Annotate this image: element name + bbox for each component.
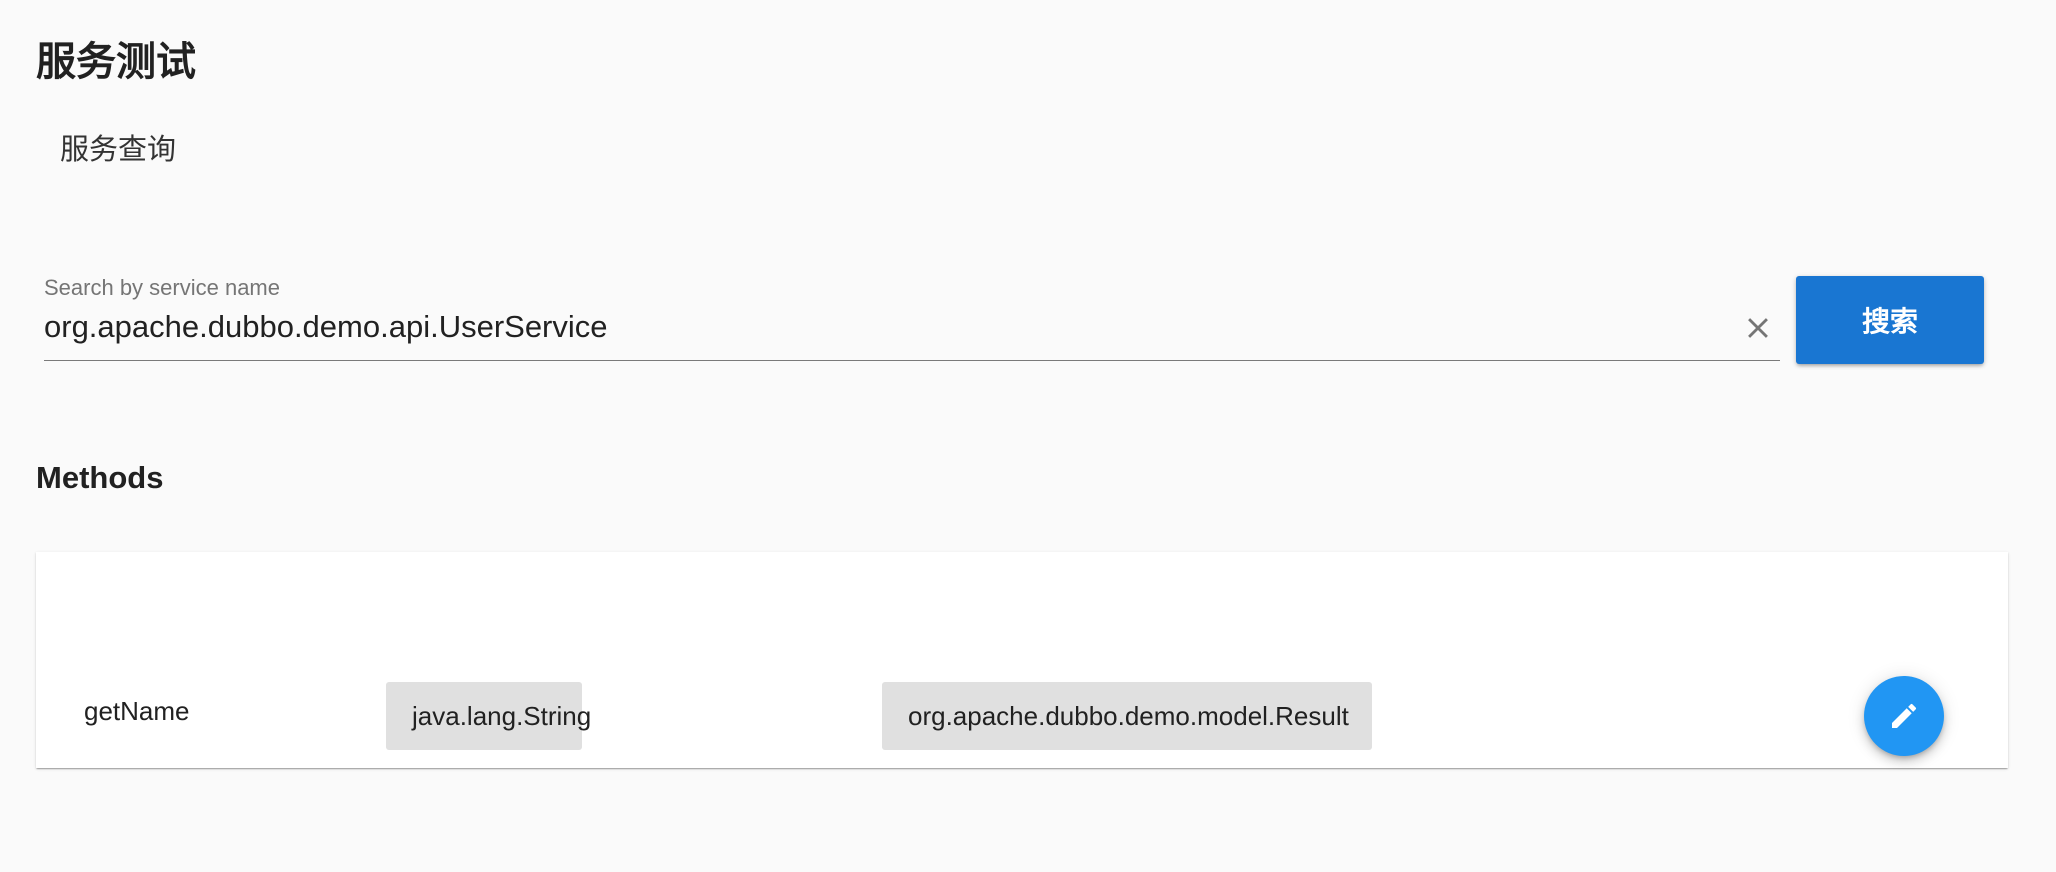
edit-method-button[interactable] [1864, 676, 1944, 756]
pencil-icon [1888, 700, 1920, 732]
search-label: Search by service name [44, 275, 280, 300]
method-name: getName [84, 696, 190, 726]
parameter-type-chip: java.lang.String [386, 682, 591, 750]
service-search-field[interactable]: Search by service name [44, 270, 1780, 361]
methods-title: Methods [36, 460, 164, 495]
method-row: getName java.lang.String org.apache.dubb… [36, 662, 2008, 762]
page-subtitle: 服务查询 [60, 134, 177, 166]
methods-card: getName java.lang.String org.apache.dubb… [36, 552, 2008, 768]
search-button[interactable]: 搜索 [1796, 276, 1984, 364]
close-icon[interactable] [1736, 306, 1780, 350]
service-search-input[interactable] [44, 304, 1704, 350]
page-title: 服务测试 [36, 40, 196, 84]
return-type-chip: org.apache.dubbo.demo.model.Result [882, 682, 1372, 750]
